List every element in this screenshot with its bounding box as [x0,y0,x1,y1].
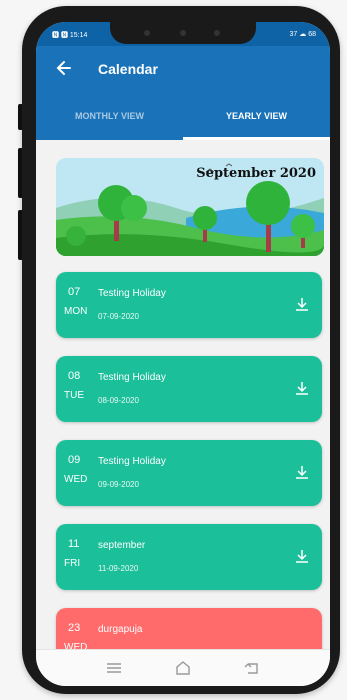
tab-indicator [183,137,330,140]
holiday-card[interactable]: 11 FRI september 11-09-2020 [56,524,322,590]
holiday-card[interactable]: 09 WED Testing Holiday 09-09-2020 [56,440,322,506]
holiday-title: Testing Holiday [98,456,166,467]
day-number: 07 [68,286,81,298]
month-banner: September 2020 [56,158,324,256]
holiday-list: 07 MON Testing Holiday 07-09-2020 08 TUE… [56,272,322,686]
holiday-card[interactable]: 07 MON Testing Holiday 07-09-2020 [56,272,322,338]
holiday-card[interactable]: 08 TUE Testing Holiday 08-09-2020 [56,356,322,422]
tab-yearly-view[interactable]: YEARLY VIEW [183,92,330,140]
banner-month-title: September 2020 [196,166,316,181]
tab-monthly-view[interactable]: MONTHLY VIEW [36,92,183,140]
app-bar: Calendar [36,46,330,92]
status-left: 🅽 🅽 15:14 [52,32,88,39]
download-icon[interactable] [294,380,310,396]
holiday-date: 08-09-2020 [98,396,139,405]
holiday-title: durgapuja [98,624,143,635]
camera-notch [110,22,256,44]
day-name: TUE [64,390,84,401]
day-number: 11 [68,538,80,550]
download-icon[interactable] [294,464,310,480]
page-title: Calendar [98,61,158,77]
sensor-dot [214,30,220,36]
view-tabs: MONTHLY VIEW YEARLY VIEW [36,92,330,140]
menu-icon[interactable] [104,659,124,677]
day-name: MON [64,306,88,317]
camera-dot [180,30,186,36]
status-right: 37 ☁ 68 [289,31,316,38]
sensor-dot [144,30,150,36]
holiday-title: september [98,540,146,551]
back-icon[interactable] [242,659,262,677]
home-icon[interactable] [173,659,193,677]
day-number: 08 [68,370,81,382]
download-icon[interactable] [294,548,310,564]
holiday-date: 11-09-2020 [98,564,139,573]
holiday-date: 09-09-2020 [98,480,139,489]
download-icon[interactable] [294,296,310,312]
day-name: WED [64,474,88,485]
day-number: 09 [68,454,81,466]
holiday-title: Testing Holiday [98,372,166,383]
day-name: FRI [64,558,81,569]
day-number: 23 [68,622,81,634]
system-nav-bar [36,649,330,686]
holiday-date: 07-09-2020 [98,312,139,321]
holiday-title: Testing Holiday [98,288,166,299]
app-screen: 🅽 🅽 15:14 37 ☁ 68 Calendar MONTHLY VIEW … [36,22,330,686]
back-arrow-icon[interactable] [54,58,74,78]
